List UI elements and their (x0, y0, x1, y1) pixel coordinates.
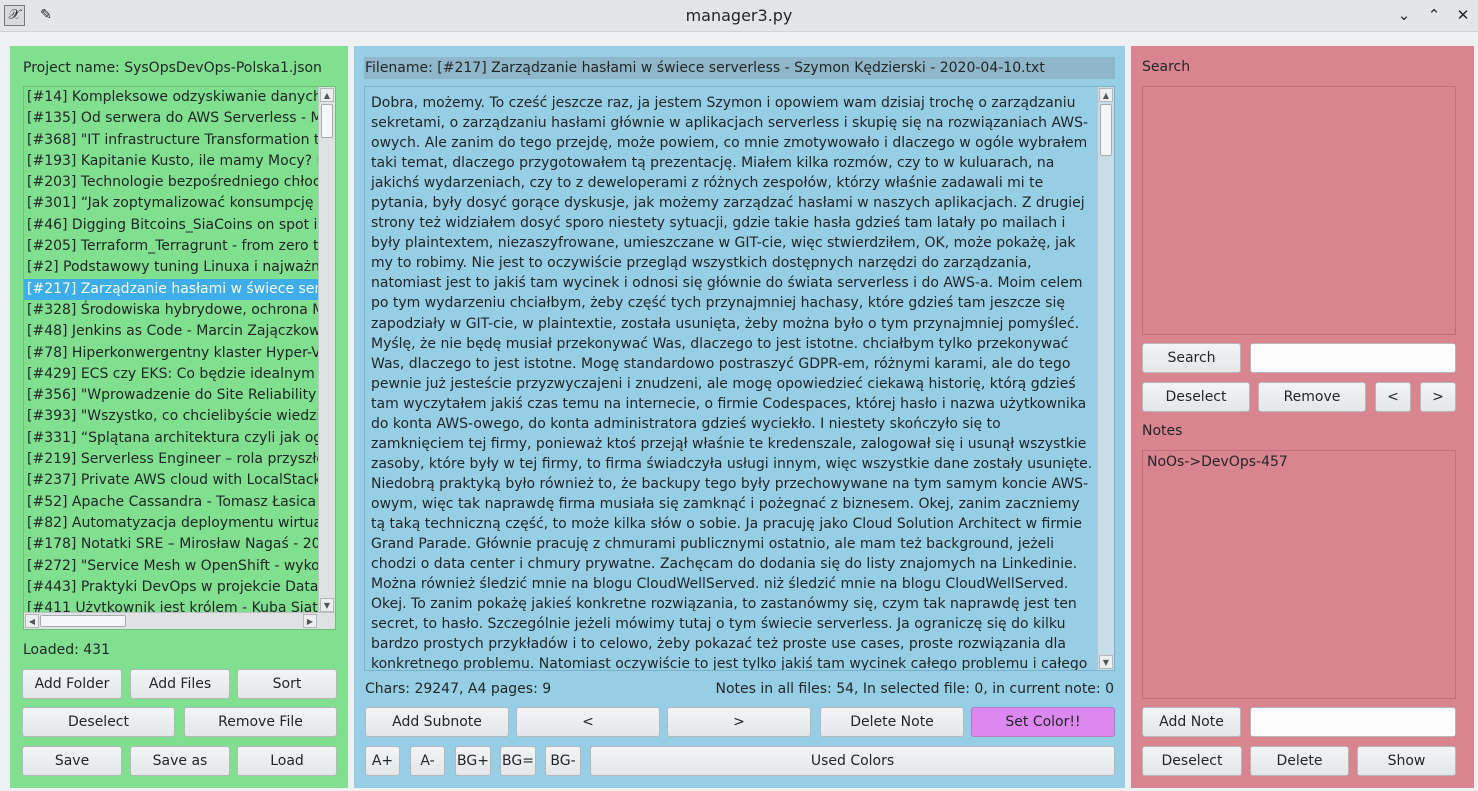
title-bar: 𝒳 ✎ manager3.py ⌄ ⌃ ✕ (0, 0, 1478, 32)
bg-darker-button[interactable]: BG- (545, 746, 581, 776)
notes-label: Notes (1142, 423, 1183, 439)
notes-list[interactable]: NoOs->DevOps-457 (1142, 450, 1456, 699)
scroll-up-icon[interactable]: ▲ (1099, 88, 1113, 102)
used-colors-button[interactable]: Used Colors (590, 746, 1115, 776)
middle-panel: Filename: [#217] Zarządzanie hasłami w ś… (354, 46, 1125, 788)
minimize-icon[interactable]: ⌄ (1393, 4, 1415, 26)
search-next-button[interactable]: > (1420, 382, 1456, 412)
search-button[interactable]: Search (1142, 343, 1241, 373)
close-icon[interactable]: ✕ (1452, 4, 1474, 26)
file-list-item[interactable]: [#219] Serverless Engineer – rola przysz… (24, 449, 318, 470)
hscroll-thumb[interactable] (40, 615, 126, 627)
file-list-item[interactable]: [#411 Użytkownik iest królem - Kuba Siat… (24, 598, 318, 613)
deselect-notes-button[interactable]: Deselect (1142, 746, 1242, 776)
search-prev-button[interactable]: < (1375, 382, 1411, 412)
right-panel: Search Search Deselect Remove < > Notes … (1131, 46, 1474, 788)
scroll-left-icon[interactable]: ◀ (25, 614, 39, 628)
file-list-item[interactable]: [#78] Hiperkonwergentny klaster Hyper-V (24, 343, 318, 364)
file-list-items: [#14] Kompleksowe odzyskiwanie danych [#1… (24, 87, 318, 613)
scroll-down-icon[interactable]: ▼ (1099, 655, 1113, 669)
font-decrease-button[interactable]: A- (410, 746, 445, 776)
notes-count-label: Notes in all files: 54, In selected file… (715, 681, 1114, 697)
file-list-item[interactable]: [#429] ECS czy EKS: Co będzie idealnym m (24, 364, 318, 385)
bg-reset-button[interactable]: BG= (500, 746, 536, 776)
search-results-list[interactable] (1142, 86, 1456, 335)
left-panel: Project name: SysOpsDevOps-Polska1.json … (10, 46, 348, 788)
file-list[interactable]: [#14] Kompleksowe odzyskiwanie danych [#1… (23, 86, 336, 630)
add-subnote-button[interactable]: Add Subnote (365, 707, 509, 737)
file-list-item[interactable]: [#193] Kapitanie Kusto, ile mamy Mocy? P (24, 151, 318, 172)
deselect-search-button[interactable]: Deselect (1142, 382, 1250, 412)
add-folder-button[interactable]: Add Folder (22, 669, 122, 699)
file-list-vertical-scrollbar[interactable]: ▲ ▼ (318, 87, 335, 613)
file-list-item[interactable]: [#301] “Jak zoptymalizować konsumpcję z (24, 193, 318, 214)
remove-file-button[interactable]: Remove File (184, 707, 337, 737)
scroll-right-icon[interactable]: ▶ (303, 614, 317, 628)
file-list-item[interactable]: [#14] Kompleksowe odzyskiwanie danych (24, 87, 318, 108)
file-list-item[interactable]: [#205] Terraform_Terragrunt - from zero … (24, 236, 318, 257)
add-note-button[interactable]: Add Note (1142, 707, 1241, 737)
set-color-button[interactable]: Set Color!! (971, 707, 1115, 737)
search-label: Search (1142, 59, 1191, 75)
transcript-text-area[interactable]: Dobra, możemy. To cześć jeszcze raz, ja … (364, 86, 1115, 671)
file-list-item[interactable]: [#82] Automatyzacja deploymentu wirtua (24, 513, 318, 534)
file-list-item[interactable]: [#48] Jenkins as Code - Marcin Zajączkow… (24, 321, 318, 342)
file-list-item[interactable]: [#46] Digging Bitcoins_SiaCoins on spot … (24, 215, 318, 236)
save-as-button[interactable]: Save as (130, 746, 230, 776)
maximize-icon[interactable]: ⌃ (1423, 4, 1445, 26)
text-vertical-scrollbar[interactable]: ▲ ▼ (1097, 87, 1114, 670)
show-notes-button[interactable]: Show (1357, 746, 1456, 776)
load-button[interactable]: Load (237, 746, 337, 776)
bg-lighter-button[interactable]: BG+ (455, 746, 491, 776)
next-note-button[interactable]: > (667, 707, 811, 737)
font-increase-button[interactable]: A+ (365, 746, 400, 776)
save-button[interactable]: Save (22, 746, 122, 776)
file-list-item[interactable]: [#2] Podstawowy tuning Linuxa i najważn (24, 257, 318, 278)
scroll-up-icon[interactable]: ▲ (320, 88, 334, 102)
window-title: manager3.py (685, 6, 793, 25)
file-list-item[interactable]: [#393] "Wszystko, co chcielibyście wiedz… (24, 406, 318, 427)
file-list-item[interactable]: [#178] Notatki SRE – Mirosław Nagaś - 20 (24, 534, 318, 555)
search-input[interactable] (1250, 343, 1456, 373)
scroll-thumb[interactable] (321, 104, 333, 138)
remove-search-button[interactable]: Remove (1258, 382, 1366, 412)
scroll-thumb[interactable] (1100, 104, 1112, 156)
delete-notes-button[interactable]: Delete (1250, 746, 1349, 776)
filename-label: Filename: [#217] Zarządzanie hasłami w ś… (364, 57, 1115, 79)
file-list-item[interactable]: [#217] Zarządzanie hasłami w świece serv (24, 278, 318, 300)
scroll-down-icon[interactable]: ▼ (320, 598, 334, 612)
file-list-horizontal-scrollbar[interactable]: ◀ ▶ (24, 612, 335, 629)
chars-label: Chars: 29247, A4 pages: 9 (365, 681, 552, 697)
loaded-count-label: Loaded: 431 (23, 642, 110, 658)
file-list-item[interactable]: [#52] Apache Cassandra - Tomasz Łasica - (24, 492, 318, 513)
file-list-item[interactable]: [#272] "Service Mesh w OpenShift - wykor (24, 556, 318, 577)
sort-button[interactable]: Sort (237, 669, 337, 699)
note-input[interactable] (1250, 707, 1456, 737)
file-list-item[interactable]: [#135] Od serwera do AWS Serverless - Mi (24, 108, 318, 129)
file-list-item[interactable]: [#237] Private AWS cloud with LocalStack (24, 470, 318, 491)
note-list-item[interactable]: NoOs->DevOps-457 (1147, 451, 1288, 473)
file-list-item[interactable]: [#356] "Wprowadzenie do Site Reliability… (24, 385, 318, 406)
project-name-label: Project name: SysOpsDevOps-Polska1.json (23, 60, 322, 76)
file-list-item[interactable]: [#203] Technologie bezpośredniego chłoc (24, 172, 318, 193)
file-list-item[interactable]: [#443] Praktyki DevOps w projekcie Data (24, 577, 318, 598)
file-list-item[interactable]: [#331] “Splątana architektura czyli jak … (24, 428, 318, 449)
file-list-item[interactable]: [#368] "IT infrastructure Transformation… (24, 130, 318, 151)
add-files-button[interactable]: Add Files (130, 669, 230, 699)
transcript-text[interactable]: Dobra, możemy. To cześć jeszcze raz, ja … (371, 93, 1093, 670)
delete-note-button[interactable]: Delete Note (820, 707, 964, 737)
deselect-files-button[interactable]: Deselect (22, 707, 175, 737)
previous-note-button[interactable]: < (516, 707, 660, 737)
file-list-item[interactable]: [#328] Środowiska hybrydowe, ochrona M (24, 300, 318, 321)
